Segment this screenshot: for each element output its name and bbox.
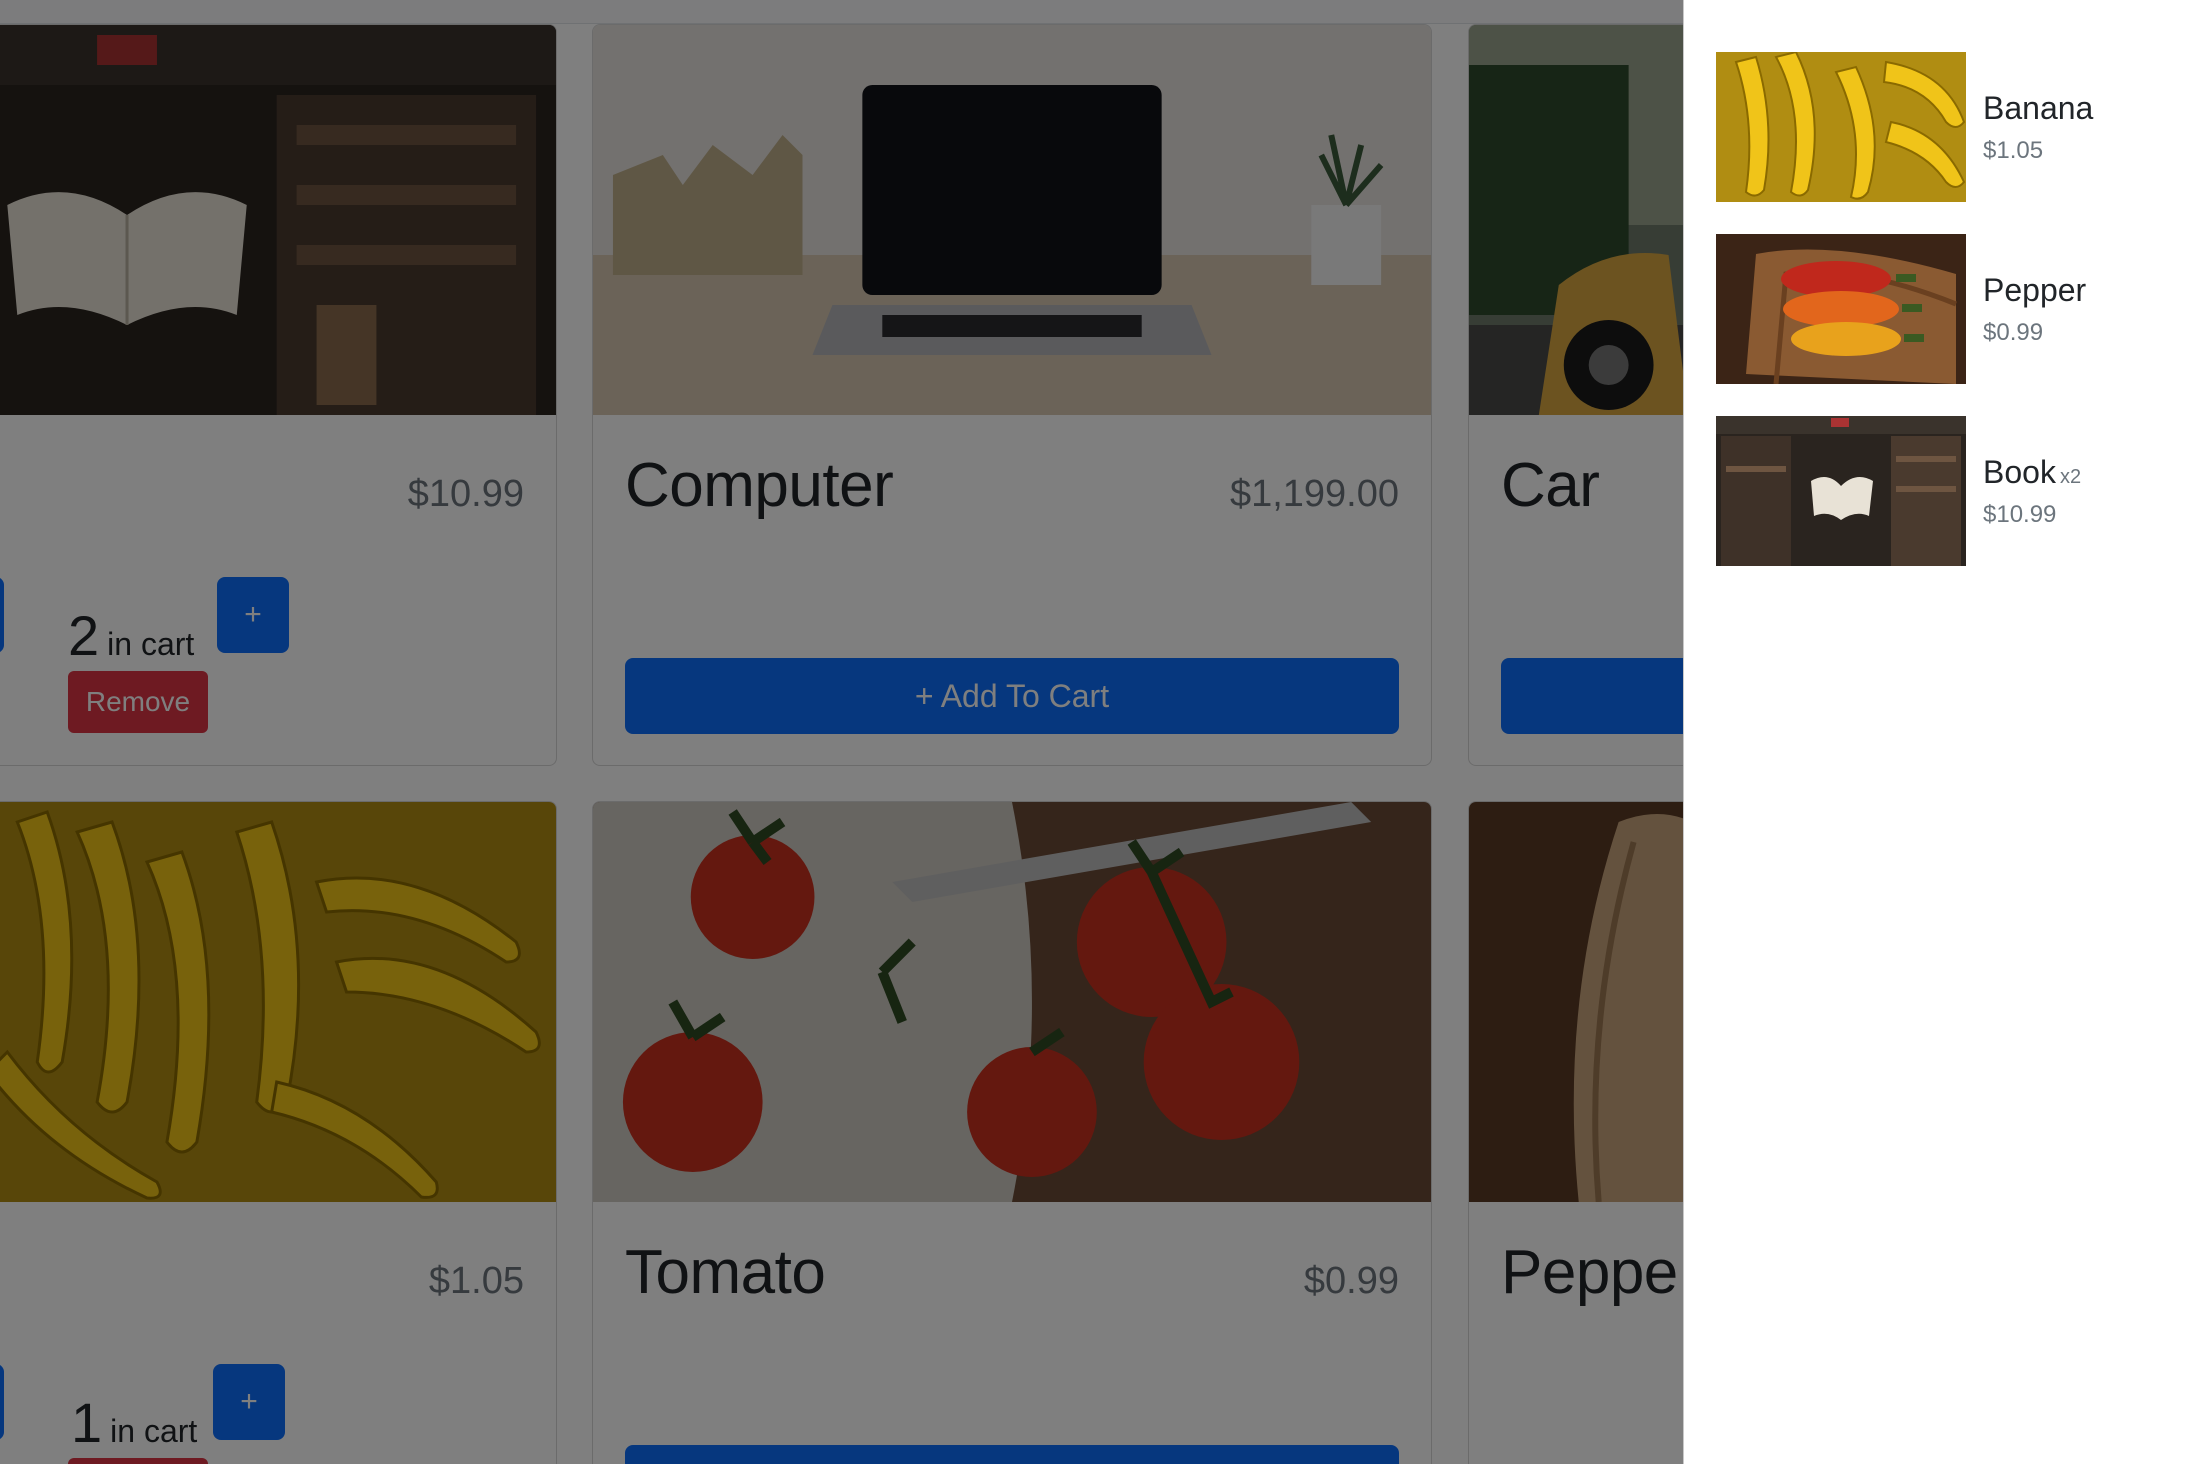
cart-item-pepper: Pepper $0.99 [1716, 234, 2176, 384]
cart-item-image [1716, 416, 1966, 566]
cart-item-name: Banana [1983, 90, 2094, 126]
cart-item-price: $1.05 [1983, 137, 2044, 164]
cart-item-info: Pepper $0.99 [1983, 272, 2090, 347]
cart-item-info: Book x2 $10.99 [1983, 454, 2081, 529]
cart-item-book: Book x2 $10.99 [1716, 416, 2176, 566]
cart-item-name: Book [1983, 454, 2056, 490]
cart-item-qty: x2 [2059, 466, 2082, 488]
cart-item-image [1716, 52, 1966, 202]
cart-item-name: Pepper [1983, 272, 2087, 308]
cart-item-price: $0.99 [1983, 319, 2044, 346]
cart-panel: Banana $1.05 Pepper $0.99 Book x2 $10.99 [1683, 0, 2196, 1464]
cart-item-banana: Banana $1.05 [1716, 52, 2176, 202]
cart-item-info: Banana $1.05 [1983, 90, 2097, 165]
cart-item-price: $10.99 [1983, 501, 2057, 528]
cart-item-image [1716, 234, 1966, 384]
